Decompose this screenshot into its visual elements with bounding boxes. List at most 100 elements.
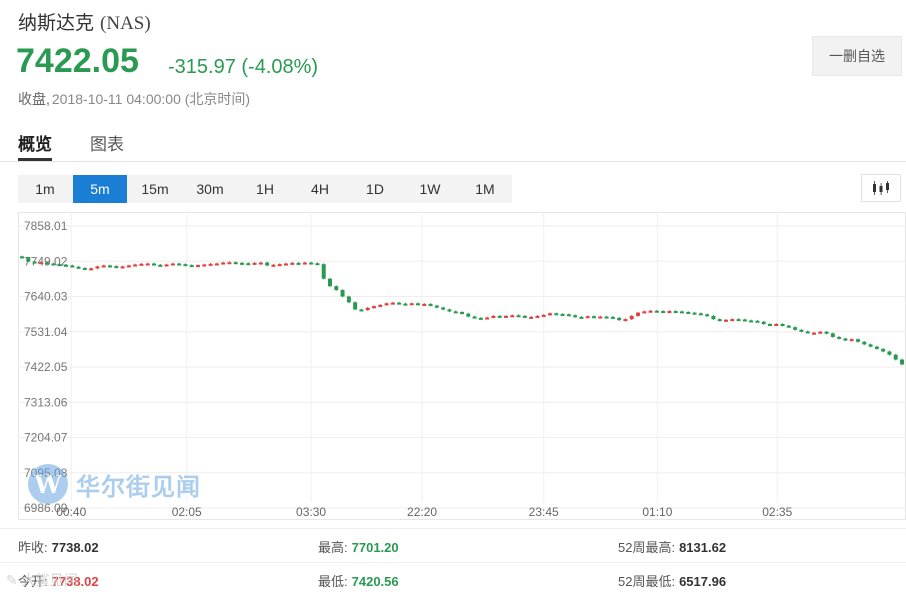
candle-body <box>202 264 207 267</box>
close-info: 收盘, 2018-10-11 04:00:00 (北京时间) <box>18 89 250 109</box>
candle-body <box>246 263 251 266</box>
candle-body <box>196 265 200 268</box>
candle-body <box>510 315 515 318</box>
stat-prev-close: 昨收: 7738.02 <box>18 537 99 556</box>
candle-body <box>617 317 622 321</box>
watermark-logo: W <box>28 464 68 504</box>
period-1mo[interactable]: 1M <box>458 175 512 203</box>
period-4h[interactable]: 4H <box>293 175 347 203</box>
stats-row: 今开: 7738.02 最低: 7420.56 52周最低: 6517.96 <box>0 562 906 595</box>
candle-body <box>711 315 716 320</box>
candle-body <box>598 316 603 319</box>
candle-body <box>881 348 886 352</box>
candle-body <box>416 303 420 306</box>
candle-body <box>428 303 433 306</box>
candle-body <box>667 311 672 314</box>
candle-body <box>334 286 339 291</box>
candle-body <box>372 306 376 309</box>
tab-overview[interactable]: 概览 <box>18 130 52 155</box>
candle-body <box>680 311 684 314</box>
candle-body <box>170 263 175 266</box>
candle-body <box>277 264 282 267</box>
candle-body <box>768 324 772 327</box>
candle-body <box>32 261 37 264</box>
candle-body <box>346 296 351 303</box>
stat-label: 52周最低: <box>618 574 676 589</box>
period-1w[interactable]: 1W <box>403 175 457 203</box>
candle-body <box>378 304 383 307</box>
candle-body <box>548 313 552 316</box>
candle-body <box>730 319 735 322</box>
candle-body <box>359 309 364 312</box>
candle-body <box>749 320 754 323</box>
candle-body <box>265 262 270 266</box>
candle-body <box>824 331 829 334</box>
candle-body <box>636 312 640 316</box>
candle-body <box>874 346 879 349</box>
x-tick-label: 02:35 <box>762 505 792 519</box>
chart-type-button[interactable] <box>861 174 901 202</box>
candle-body <box>95 266 100 269</box>
y-tick-label: 7858.01 <box>24 219 68 233</box>
candle-body <box>271 264 276 267</box>
candle-body <box>57 264 62 267</box>
candle-body <box>152 263 156 266</box>
candle-body <box>560 313 565 316</box>
y-tick-label: 7640.03 <box>24 290 68 304</box>
candle-body <box>648 310 653 313</box>
candle-body <box>692 312 697 315</box>
period-selector: 1m 5m 15m 30m 1H 4H 1D 1W 1M <box>18 175 512 203</box>
candle-body <box>554 313 559 316</box>
candle-body <box>120 266 125 269</box>
candle-body <box>629 315 634 320</box>
candle-body <box>522 315 527 318</box>
period-1m[interactable]: 1m <box>18 175 72 203</box>
candle-body <box>592 316 596 319</box>
candle-body <box>51 263 56 266</box>
candle-body <box>661 311 666 314</box>
period-5m[interactable]: 5m <box>73 175 127 203</box>
candle-body <box>70 265 75 268</box>
x-tick-label: 03:30 <box>296 505 326 519</box>
candle-body <box>290 262 295 265</box>
stats-panel: 昨收: 7738.02 最高: 7701.20 52周最高: 8131.62 今开: 7… <box>0 528 906 595</box>
candle-body <box>900 359 904 365</box>
candle-body <box>20 256 24 259</box>
x-tick-label: 02:05 <box>172 505 202 519</box>
candle-body <box>849 339 854 342</box>
watermark-brand: 华尔街见闻 <box>76 471 201 501</box>
candle-body <box>705 314 710 317</box>
candle-body <box>397 302 402 305</box>
period-1h[interactable]: 1H <box>238 175 292 203</box>
candle-body <box>830 333 835 337</box>
candle-body <box>365 307 370 311</box>
candle-body <box>453 311 458 314</box>
candle-body <box>799 329 804 332</box>
candle-body <box>76 266 81 269</box>
close-timestamp: 2018-10-11 04:00:00 (北京时间) <box>51 91 251 107</box>
candle-body <box>485 317 490 320</box>
candle-body <box>353 302 358 310</box>
candle-body <box>541 314 546 317</box>
tab-chart[interactable]: 图表 <box>90 130 124 155</box>
candle-body <box>108 265 112 268</box>
candle-body <box>529 316 534 319</box>
period-30m[interactable]: 30m <box>183 175 237 203</box>
candle-body <box>284 263 288 266</box>
period-15m[interactable]: 15m <box>128 175 182 203</box>
candle-body <box>780 324 785 327</box>
candlestick-icon <box>873 181 889 195</box>
source-watermark: ✎ 大鲨见闻 <box>6 572 78 588</box>
candle-body <box>717 319 722 322</box>
candle-body <box>478 317 483 320</box>
candle-body <box>221 262 226 265</box>
tab-bar: 概览 图表 <box>0 120 906 162</box>
remove-watchlist-button[interactable]: 一删自选 <box>812 36 902 76</box>
x-tick-label: 01:10 <box>642 505 672 519</box>
x-tick-label: 00:40 <box>56 505 86 519</box>
candle-body <box>466 313 471 317</box>
y-tick-label: 7422.05 <box>24 360 68 374</box>
period-1d[interactable]: 1D <box>348 175 402 203</box>
candle-body <box>573 315 578 318</box>
candle-body <box>177 263 182 266</box>
